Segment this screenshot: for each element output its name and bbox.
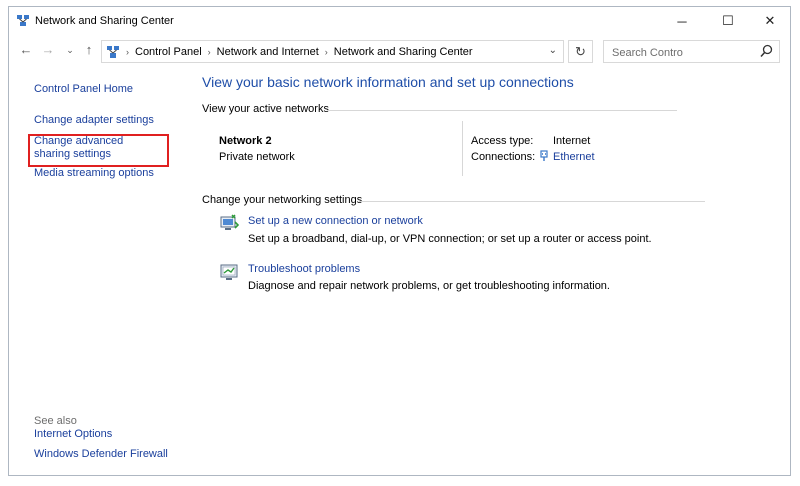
breadcrumb-control-panel[interactable]: Control Panel <box>135 46 202 58</box>
change-adapter-settings-link[interactable]: Change adapter settings <box>34 114 154 126</box>
divider <box>327 110 677 111</box>
breadcrumb: › Control Panel › Network and Internet ›… <box>126 46 473 58</box>
ethernet-connection-link[interactable]: Ethernet <box>553 151 595 163</box>
change-networking-settings-label: Change your networking settings <box>202 194 363 206</box>
troubleshoot-problems-description: Diagnose and repair network problems, or… <box>248 280 610 292</box>
setup-new-connection-description: Set up a broadband, dial-up, or VPN conn… <box>248 233 652 245</box>
refresh-icon: ↻ <box>575 44 586 59</box>
breadcrumb-network-and-internet[interactable]: Network and Internet <box>217 46 319 58</box>
troubleshoot-problems-link[interactable]: Troubleshoot problems <box>248 263 360 275</box>
address-dropdown-chevron-icon[interactable]: ⌄ <box>549 45 557 56</box>
back-arrow-icon[interactable]: ← <box>17 42 35 57</box>
control-panel-icon <box>107 46 119 58</box>
search-icon[interactable] <box>760 44 773 58</box>
control-panel-home-link[interactable]: Control Panel Home <box>34 83 133 95</box>
search-box[interactable] <box>603 40 780 63</box>
windows-defender-firewall-link[interactable]: Windows Defender Firewall <box>34 448 168 460</box>
network-name: Network 2 <box>219 135 272 147</box>
forward-arrow-icon[interactable]: → <box>39 42 57 57</box>
new-connection-icon <box>220 214 239 230</box>
address-bar[interactable]: › Control Panel › Network and Internet ›… <box>101 40 564 63</box>
search-input[interactable] <box>610 44 754 61</box>
change-advanced-sharing-settings-link[interactable]: Change advanced sharing settings <box>34 135 159 161</box>
network-type: Private network <box>219 151 295 163</box>
media-streaming-options-link[interactable]: Media streaming options <box>34 167 154 179</box>
title-bar[interactable]: Network and Sharing Center ─ ☐ ✕ <box>9 7 790 35</box>
chevron-right-icon[interactable]: › <box>208 47 211 57</box>
address-row: ← → ⌄ ↑ › Control Panel › Network and In… <box>9 39 790 65</box>
access-type-label: Access type: <box>471 135 534 147</box>
divider <box>462 121 463 176</box>
setup-new-connection-link[interactable]: Set up a new connection or network <box>248 215 423 227</box>
internet-options-link[interactable]: Internet Options <box>34 428 112 440</box>
window-title: Network and Sharing Center <box>35 15 174 27</box>
active-networks-label: View your active networks <box>202 103 329 115</box>
access-type-value: Internet <box>553 135 591 147</box>
breadcrumb-network-and-sharing-center[interactable]: Network and Sharing Center <box>334 46 473 58</box>
chevron-right-icon[interactable]: › <box>325 47 328 57</box>
up-arrow-icon[interactable]: ↑ <box>80 42 98 57</box>
network-sharing-center-window: Network and Sharing Center ─ ☐ ✕ ← → ⌄ ↑… <box>8 6 791 476</box>
troubleshoot-icon <box>220 264 238 280</box>
ethernet-icon <box>540 150 548 161</box>
divider <box>359 201 705 202</box>
minimize-button[interactable]: ─ <box>660 7 704 35</box>
recent-locations-chevron-icon[interactable]: ⌄ <box>61 45 79 56</box>
network-app-icon <box>17 15 29 26</box>
close-button[interactable]: ✕ <box>748 7 792 35</box>
connections-label: Connections: <box>471 151 536 163</box>
maximize-button[interactable]: ☐ <box>706 7 750 35</box>
see-also-label: See also <box>34 415 77 427</box>
page-title: View your basic network information and … <box>202 74 574 90</box>
refresh-button[interactable]: ↻ <box>568 40 593 63</box>
chevron-right-icon[interactable]: › <box>126 47 129 57</box>
